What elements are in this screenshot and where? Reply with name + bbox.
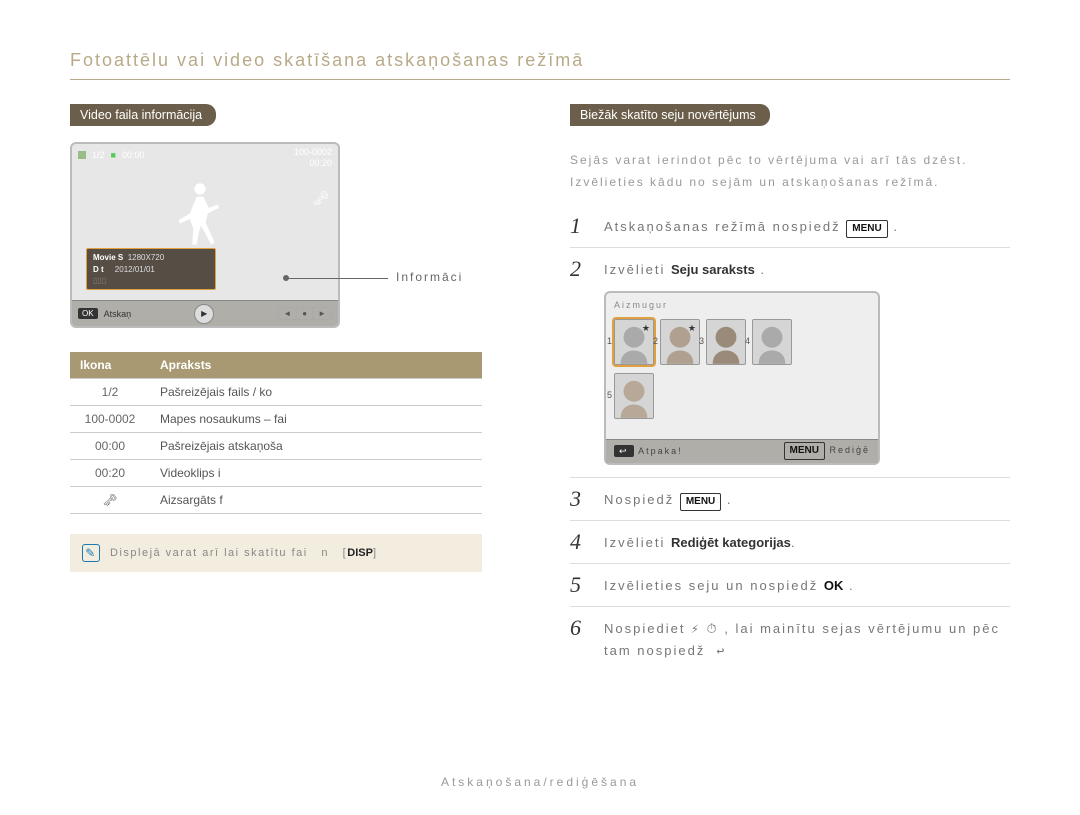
- camera-screen-video: 1/2 ■ 00:00 100-0002 00:20 🗝: [70, 142, 340, 328]
- page-footer: Atskaņošana/rediģēšana: [0, 775, 1080, 789]
- ok-key-label: OK: [824, 578, 844, 593]
- video-info-overlay: Movie S 1280X720 D t 2012/01/01 ▯▯▯: [86, 248, 216, 290]
- note-box: ✎ Displejā varat arī lai skatītu fai n […: [70, 534, 482, 572]
- thumb-icon: [78, 151, 86, 159]
- camera-screen-faces: Aizmugur 1★ 2★: [604, 291, 880, 465]
- face-ranking-pill: Biežāk skatīto seju novērtējums: [570, 104, 770, 126]
- ok-keycap: OK: [78, 308, 98, 319]
- table-row: 00:00Pašreizējais atskaņoša: [70, 433, 482, 460]
- flash-icon: ⚡: [691, 622, 701, 637]
- intro-text: Sejās varat ierindot pēc to vērtējuma va…: [570, 150, 1010, 193]
- menu-key-icon: MENU: [846, 220, 887, 238]
- col-icon: Ikona: [70, 352, 150, 379]
- icon-description-table: Ikona Apraksts 1/2Pašreizējais fails / k…: [70, 352, 482, 514]
- video-info-pill: Video faila informācija: [70, 104, 216, 126]
- faces-label: Aizmugur: [614, 298, 668, 312]
- step-item: 1 Atskaņošanas režīmā nospiedž MENU .: [570, 205, 1010, 247]
- play-button-icon: ▶: [194, 304, 214, 324]
- callout-line: [286, 278, 388, 279]
- seek-segment: ◄●►: [277, 307, 332, 320]
- face-thumb: 4: [752, 319, 792, 365]
- return-icon: ↩: [717, 644, 727, 659]
- face-thumb: 5: [614, 373, 654, 419]
- star-icon: ★: [642, 321, 652, 335]
- disp-button-label: DISP: [347, 547, 373, 559]
- time-total: 00:20: [309, 158, 332, 168]
- page-heading: Fotoattēlu vai video skatīšana atskaņoša…: [70, 50, 1010, 80]
- note-text: Displejā varat arī lai skatītu fai n [: [110, 547, 347, 559]
- face-thumb: 1★: [614, 319, 654, 365]
- page-indicator: 1/2: [92, 150, 105, 160]
- star-icon: ★: [688, 321, 698, 335]
- step-item: 5 Izvēlieties seju un nospiedž OK .: [570, 563, 1010, 606]
- lock-icon: 🗝: [312, 190, 330, 207]
- menu-key-icon: MENU: [784, 442, 825, 460]
- step-list: 1 Atskaņošanas režīmā nospiedž MENU . 2 …: [570, 205, 1010, 670]
- step-item: 3 Nospiedž MENU .: [570, 477, 1010, 520]
- table-row: 1/2Pašreizējais fails / ko: [70, 379, 482, 406]
- step-item: 2 Izvēlieti Seju saraksts . Aizmugur 1★ …: [570, 247, 1010, 477]
- ok-label: Atskaņ: [104, 309, 132, 319]
- time-elapsed: 00:00: [122, 150, 145, 160]
- key-icon: 🗝: [102, 493, 117, 507]
- timer-icon: ⏱: [707, 622, 719, 637]
- table-row: 00:20Videoklips i: [70, 460, 482, 487]
- file-number: 100-0002: [294, 147, 332, 157]
- table-row: 🗝Aizsargāts f: [70, 487, 482, 514]
- face-thumb: 2★: [660, 319, 700, 365]
- callout-text: Informāci: [396, 270, 463, 284]
- info-icon: ✎: [82, 544, 100, 562]
- col-desc: Apraksts: [150, 352, 482, 379]
- face-thumb: 3: [706, 319, 746, 365]
- step-item: 4 Izvēlieti Rediģēt kategorijas.: [570, 520, 1010, 563]
- table-row: 100-0002Mapes nosaukums – fai: [70, 406, 482, 433]
- step-item: 6 Nospiediet ⚡ ⏱ , lai mainītu sejas vēr…: [570, 606, 1010, 671]
- menu-key-icon: MENU: [680, 493, 721, 511]
- play-dot-icon: ■: [111, 150, 116, 160]
- back-keycap: ↩: [614, 445, 634, 457]
